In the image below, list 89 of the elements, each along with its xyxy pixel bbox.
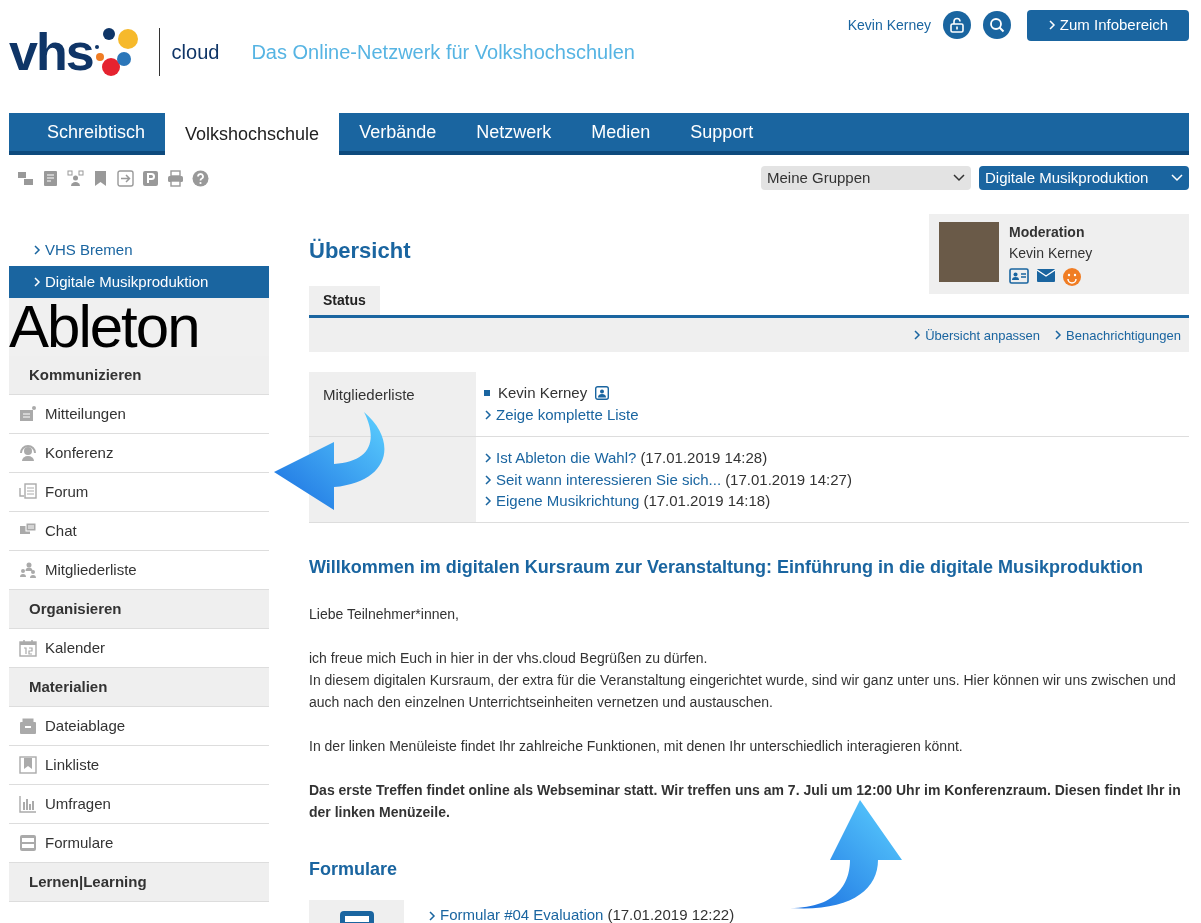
post-date: (17.01.2019 14:27) — [725, 469, 852, 490]
moderation-label: Moderation — [1009, 223, 1086, 242]
form-date: (17.01.2019 12:22) — [607, 905, 735, 923]
exit-icon[interactable] — [117, 169, 134, 187]
sidebar-menu-item[interactable]: Chat — [9, 512, 269, 551]
square-bullet-icon — [484, 390, 490, 397]
contact-card-icon[interactable] — [1009, 268, 1029, 284]
dropdown-chevron-icon — [1171, 174, 1183, 182]
form-link[interactable]: Formular #04 Evaluation — [428, 904, 604, 923]
post-date: (17.01.2019 14:28) — [640, 447, 768, 468]
bookmark-icon — [19, 756, 37, 774]
chevron-icon — [484, 495, 492, 508]
nav-tab[interactable]: Netzwerk — [456, 113, 572, 151]
welcome-paragraph: Das erste Treffen findet online als Webseminar statt. Wir treffen uns am 7. Juli um 12:00 Uhr im Konferenzraum. Diesen findet Ihr in der linken Menüzeile. — [309, 780, 1182, 822]
post-link[interactable]: Seit wann interessieren Sie sich... — [484, 468, 722, 491]
print-icon[interactable] — [167, 169, 184, 187]
tagline: Das Online-Netzwerk für Volkshochschulen — [251, 40, 635, 65]
chevron-icon — [33, 244, 41, 256]
form-icon — [19, 834, 37, 852]
message-icon — [19, 405, 37, 423]
member-name: Kevin Kerney — [498, 383, 588, 404]
search-icon — [989, 17, 1005, 34]
nav-tab[interactable]: Volkshochschule — [165, 113, 340, 155]
welcome-paragraph: In der linken Menüleiste findet Ihr zahlreiche Funktionen, mit denen Ihr unterschiedlich interagieren könnt. — [309, 736, 964, 756]
calendar-icon — [19, 639, 37, 657]
info-area-button[interactable]: Zum Infobereich — [1027, 10, 1189, 41]
forum-icon — [19, 483, 37, 501]
padlock-icon — [949, 17, 965, 34]
mail-icon[interactable] — [1037, 268, 1055, 282]
post-link[interactable]: Eigene Musikrichtung — [484, 490, 640, 513]
chevron-icon — [1047, 19, 1056, 32]
nav-tab[interactable]: Support — [670, 113, 774, 151]
sidebar-menu-item[interactable]: Dateiablage — [9, 707, 269, 746]
bookmark-icon[interactable] — [92, 169, 109, 187]
sidebar-menu-item[interactable]: Linkliste — [9, 746, 269, 785]
nav-tab[interactable]: Verbände — [339, 113, 457, 151]
group-select[interactable]: Meine Gruppen — [761, 166, 971, 190]
welcome-paragraph: ich freue mich Euch in hier in der vhs.cloud Begrüßen zu dürfen. In diesem digitalen Kursraum, der extra für die Veranstaltung eingerichtet wurde, sind wir ganz unter uns. Hier können wir uns zwischen und auch nach den einzelnen Unterrichtseinheiten vernetzen und austauschen. — [309, 648, 1177, 712]
logo-subtitle: cloud — [158, 28, 220, 76]
sidebar-section-heading: Organisieren — [9, 590, 269, 629]
content-tab[interactable]: Status — [309, 286, 380, 316]
chevron-icon — [484, 451, 492, 464]
chevron-icon — [484, 409, 492, 421]
lock-button[interactable] — [943, 11, 971, 40]
action-link[interactable]: Übersicht anpassen — [913, 325, 1041, 346]
post-link[interactable]: Ist Ableton die Wahl? — [484, 446, 637, 469]
logo-text: vhs — [9, 26, 93, 78]
parking-icon[interactable] — [142, 169, 159, 187]
people-icon — [19, 561, 37, 579]
page-title: Übersicht — [309, 238, 411, 265]
smiley-icon[interactable] — [1063, 268, 1081, 286]
action-link[interactable]: Benachrichtigungen — [1054, 325, 1181, 346]
sidebar-menu-item[interactable]: Konferenz — [9, 434, 269, 473]
chevron-icon — [33, 276, 41, 288]
dropdown-chevron-icon — [953, 174, 965, 182]
sidebar-section-heading: Kommunizieren — [9, 356, 269, 395]
nav-tab[interactable]: Medien — [571, 113, 671, 151]
search-button[interactable] — [983, 11, 1011, 40]
sidebar-section-heading: Materialien — [9, 668, 269, 707]
org-chart-icon[interactable] — [67, 169, 84, 187]
sidebar-menu-item[interactable]: Umfragen — [9, 785, 269, 824]
file-box-icon — [19, 717, 37, 735]
nav-tab[interactable]: Schreibtisch — [27, 113, 166, 151]
sidebar-menu-item[interactable]: Mitteilungen — [9, 395, 269, 434]
user-name-link[interactable]: Kevin Kerney — [847, 14, 931, 36]
moderator-name: Kevin Kerney — [1009, 244, 1093, 263]
headset-icon — [19, 444, 37, 462]
note-icon[interactable] — [42, 169, 59, 187]
sidebar-section-heading: Lernen|Learning — [9, 863, 269, 902]
group-select[interactable]: Digitale Musikproduktion — [979, 166, 1189, 190]
forms-heading: Formulare — [309, 858, 399, 881]
row-label: Mitgliederliste — [323, 386, 415, 404]
welcome-heading: Willkommen im digitalen Kursraum zur Veranstaltung: Einführung in die digitale Musikproduktion — [309, 557, 1144, 579]
course-banner-logo: Ableton — [9, 298, 269, 356]
post-date: (17.01.2019 14:18) — [643, 491, 771, 512]
help-icon[interactable] — [192, 169, 209, 187]
chevron-icon — [913, 329, 922, 342]
breadcrumb-link[interactable]: VHS Bremen — [9, 234, 269, 266]
member-list-link[interactable]: Zeige komplette Liste — [484, 404, 639, 426]
chevron-icon — [1054, 329, 1063, 342]
chevron-icon — [428, 909, 436, 922]
chevron-icon — [484, 473, 492, 486]
breadcrumb-link[interactable]: Digitale Musikproduktion — [9, 266, 269, 298]
sidebar-menu-item[interactable]: Forum — [9, 473, 269, 512]
welcome-paragraph: Liebe Teilnehmer*innen, — [309, 604, 460, 624]
profile-icon[interactable] — [595, 386, 610, 401]
photo-placeholder — [939, 222, 999, 282]
copy-icon[interactable] — [17, 169, 34, 187]
bar-chart-icon — [19, 795, 37, 813]
